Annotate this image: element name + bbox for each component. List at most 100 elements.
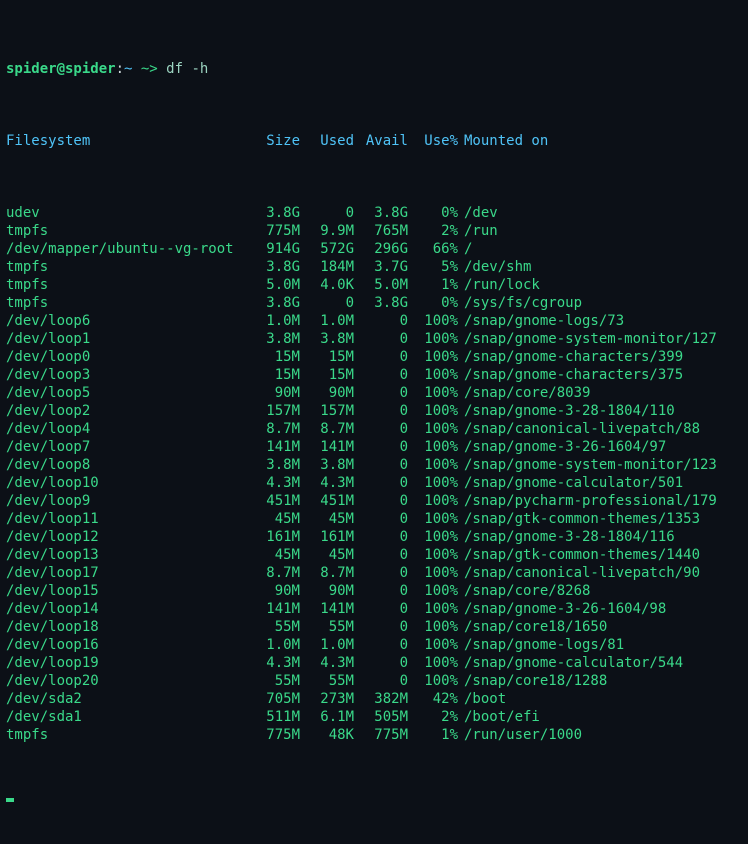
table-row: /dev/loop1855M55M0100%/snap/core18/1650 — [6, 618, 742, 636]
cell-avail: 0 — [354, 474, 408, 492]
cell-usep: 100% — [408, 438, 458, 456]
cell-used: 15M — [300, 366, 354, 384]
cell-size: 90M — [256, 384, 300, 402]
cell-avail: 0 — [354, 384, 408, 402]
cell-filesystem: /dev/loop16 — [6, 636, 256, 654]
cell-size: 914G — [256, 240, 300, 258]
cell-avail: 0 — [354, 330, 408, 348]
cell-filesystem: /dev/loop0 — [6, 348, 256, 366]
cell-mounted: /snap/core18/1650 — [458, 618, 607, 636]
cell-filesystem: tmpfs — [6, 726, 256, 744]
cell-size: 3.8M — [256, 330, 300, 348]
cell-mounted: /snap/core/8039 — [458, 384, 590, 402]
cell-filesystem: /dev/loop14 — [6, 600, 256, 618]
cell-filesystem: /dev/loop3 — [6, 366, 256, 384]
cell-usep: 2% — [408, 222, 458, 240]
cell-used: 3.8M — [300, 330, 354, 348]
cell-filesystem: tmpfs — [6, 222, 256, 240]
prompt-colon: : — [116, 60, 124, 78]
cell-usep: 100% — [408, 618, 458, 636]
cell-usep: 100% — [408, 420, 458, 438]
cursor-icon — [6, 798, 14, 802]
header-avail: Avail — [354, 132, 408, 150]
cell-size: 451M — [256, 492, 300, 510]
cell-avail: 0 — [354, 618, 408, 636]
cell-usep: 100% — [408, 528, 458, 546]
cell-usep: 100% — [408, 564, 458, 582]
cell-filesystem: /dev/loop13 — [6, 546, 256, 564]
cell-filesystem: /dev/loop5 — [6, 384, 256, 402]
cell-size: 161M — [256, 528, 300, 546]
cell-filesystem: /dev/loop4 — [6, 420, 256, 438]
cell-mounted: /run/lock — [458, 276, 540, 294]
table-row: tmpfs5.0M4.0K5.0M1%/run/lock — [6, 276, 742, 294]
table-row: /dev/loop315M15M0100%/snap/gnome-charact… — [6, 366, 742, 384]
cell-usep: 1% — [408, 726, 458, 744]
cell-size: 775M — [256, 726, 300, 744]
cell-avail: 0 — [354, 600, 408, 618]
cell-used: 572G — [300, 240, 354, 258]
cell-used: 90M — [300, 582, 354, 600]
cell-usep: 0% — [408, 204, 458, 222]
cell-avail: 0 — [354, 366, 408, 384]
cell-avail: 0 — [354, 582, 408, 600]
cell-used: 0 — [300, 294, 354, 312]
cell-usep: 100% — [408, 510, 458, 528]
table-row: /dev/loop2157M157M0100%/snap/gnome-3-28-… — [6, 402, 742, 420]
cell-avail: 3.8G — [354, 204, 408, 222]
cell-avail: 0 — [354, 438, 408, 456]
cell-used: 45M — [300, 510, 354, 528]
cell-usep: 100% — [408, 600, 458, 618]
cell-filesystem: /dev/loop9 — [6, 492, 256, 510]
cell-mounted: /run — [458, 222, 498, 240]
header-mounted: Mounted on — [458, 132, 548, 150]
cell-avail: 3.7G — [354, 258, 408, 276]
cell-mounted: /snap/gnome-calculator/501 — [458, 474, 683, 492]
table-row: /dev/loop13.8M3.8M0100%/snap/gnome-syste… — [6, 330, 742, 348]
table-row: /dev/loop178.7M8.7M0100%/snap/canonical-… — [6, 564, 742, 582]
cell-avail: 0 — [354, 528, 408, 546]
cell-size: 8.7M — [256, 420, 300, 438]
cell-mounted: /boot — [458, 690, 506, 708]
cell-avail: 0 — [354, 312, 408, 330]
cell-used: 55M — [300, 618, 354, 636]
cell-usep: 100% — [408, 348, 458, 366]
terminal[interactable]: spider@spider:~ ~> df -h Filesystem Size… — [0, 0, 748, 844]
cell-avail: 296G — [354, 240, 408, 258]
cell-usep: 100% — [408, 474, 458, 492]
cell-mounted: /snap/pycharm-professional/179 — [458, 492, 717, 510]
prompt-command: df -h — [166, 60, 208, 78]
table-row: /dev/loop194.3M4.3M0100%/snap/gnome-calc… — [6, 654, 742, 672]
cell-used: 6.1M — [300, 708, 354, 726]
cell-avail: 0 — [354, 456, 408, 474]
cell-usep: 2% — [408, 708, 458, 726]
prompt-arrow: ~> — [132, 60, 166, 78]
header-used: Used — [300, 132, 354, 150]
cell-filesystem: /dev/mapper/ubuntu--vg-root — [6, 240, 256, 258]
table-row: /dev/loop1145M45M0100%/snap/gtk-common-t… — [6, 510, 742, 528]
cell-avail: 0 — [354, 672, 408, 690]
cell-size: 8.7M — [256, 564, 300, 582]
cell-avail: 382M — [354, 690, 408, 708]
header-usep: Use% — [408, 132, 458, 150]
header-size: Size — [256, 132, 300, 150]
cell-size: 3.8G — [256, 204, 300, 222]
table-row: tmpfs775M9.9M765M2%/run — [6, 222, 742, 240]
cell-filesystem: /dev/loop2 — [6, 402, 256, 420]
cell-used: 1.0M — [300, 636, 354, 654]
cell-avail: 0 — [354, 546, 408, 564]
cell-size: 4.3M — [256, 474, 300, 492]
cell-mounted: /snap/core/8268 — [458, 582, 590, 600]
table-row: /dev/mapper/ubuntu--vg-root914G572G296G6… — [6, 240, 742, 258]
cell-avail: 3.8G — [354, 294, 408, 312]
cell-used: 9.9M — [300, 222, 354, 240]
cell-mounted: /snap/gnome-3-26-1604/98 — [458, 600, 666, 618]
table-row: /dev/loop14141M141M0100%/snap/gnome-3-26… — [6, 600, 742, 618]
cell-filesystem: /dev/sda2 — [6, 690, 256, 708]
cell-used: 45M — [300, 546, 354, 564]
table-row: /dev/loop48.7M8.7M0100%/snap/canonical-l… — [6, 420, 742, 438]
cell-used: 451M — [300, 492, 354, 510]
cell-size: 90M — [256, 582, 300, 600]
table-row: /dev/sda2705M273M382M42%/boot — [6, 690, 742, 708]
cell-size: 4.3M — [256, 654, 300, 672]
